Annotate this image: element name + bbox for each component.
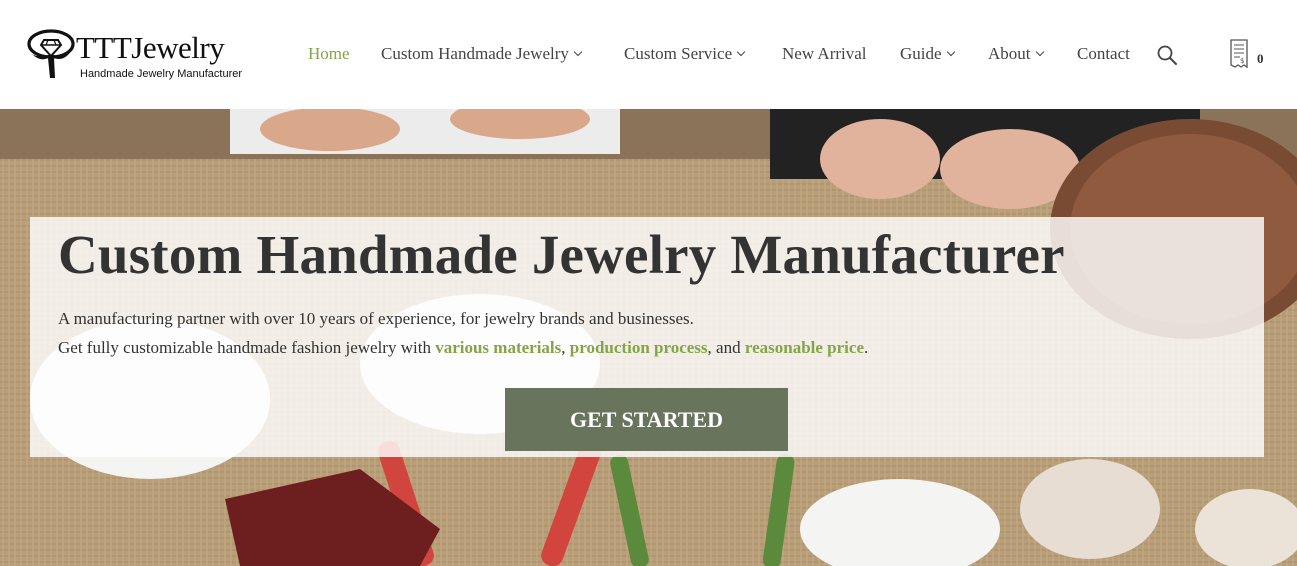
separator-text: , [561, 338, 570, 357]
chevron-down-icon [573, 47, 583, 57]
chevron-down-icon [1035, 47, 1044, 57]
hero-description-line-2: Get fully customizable handmade fashion … [58, 337, 868, 359]
brand-logo[interactable]: TTTJewelry Handmade Jewelry Manufacturer [26, 28, 258, 84]
quote-count-badge: 0 [1257, 51, 1264, 66]
svg-text:$: $ [1240, 57, 1244, 65]
nav-item-guide[interactable]: Guide [900, 42, 955, 66]
brand-name: TTTJewelry [76, 30, 225, 65]
link-various-materials[interactable]: various materials [435, 338, 561, 357]
nav-item-label: Contact [1077, 44, 1130, 63]
nav-item-label: Guide [900, 44, 942, 63]
hero-line2-text: Get fully customizable handmade fashion … [58, 338, 436, 357]
nav-item-custom-service[interactable]: Custom Service [624, 42, 746, 66]
search-icon[interactable] [1156, 44, 1178, 66]
nav-item-label: Custom Service [624, 44, 733, 63]
nav-item-label: New Arrival [782, 44, 867, 63]
nav-item-label: Custom Handmade Jewelry [381, 44, 569, 63]
nav-item-label: About [988, 44, 1031, 63]
get-started-button[interactable]: GET STARTED [505, 388, 788, 451]
link-reasonable-price[interactable]: reasonable price [745, 338, 864, 357]
site-header: TTTJewelry Handmade Jewelry Manufacturer… [0, 0, 1297, 109]
chevron-down-icon [946, 47, 955, 57]
hero-description-line-1: A manufacturing partner with over 10 yea… [58, 309, 694, 328]
brand-tagline: Handmade Jewelry Manufacturer [80, 68, 243, 80]
link-production-process[interactable]: production process [570, 338, 708, 357]
nav-item-home[interactable]: Home [308, 42, 350, 66]
nav-item-about[interactable]: About [988, 42, 1044, 66]
nav-item-contact[interactable]: Contact [1077, 42, 1130, 66]
chevron-down-icon [736, 47, 746, 57]
separator-text: , and [707, 338, 745, 357]
logo-emblem-icon [27, 29, 75, 78]
nav-item-label: Home [308, 44, 350, 63]
hero-section: Custom Handmade Jewelry Manufacturer A m… [0, 109, 1297, 566]
nav-item-new-arrival[interactable]: New Arrival [782, 42, 867, 66]
hero-title: Custom Handmade Jewelry Manufacturer [58, 224, 1065, 285]
period-text: . [864, 338, 869, 357]
nav-item-custom-handmade-jewelry[interactable]: Custom Handmade Jewelry [381, 42, 583, 66]
